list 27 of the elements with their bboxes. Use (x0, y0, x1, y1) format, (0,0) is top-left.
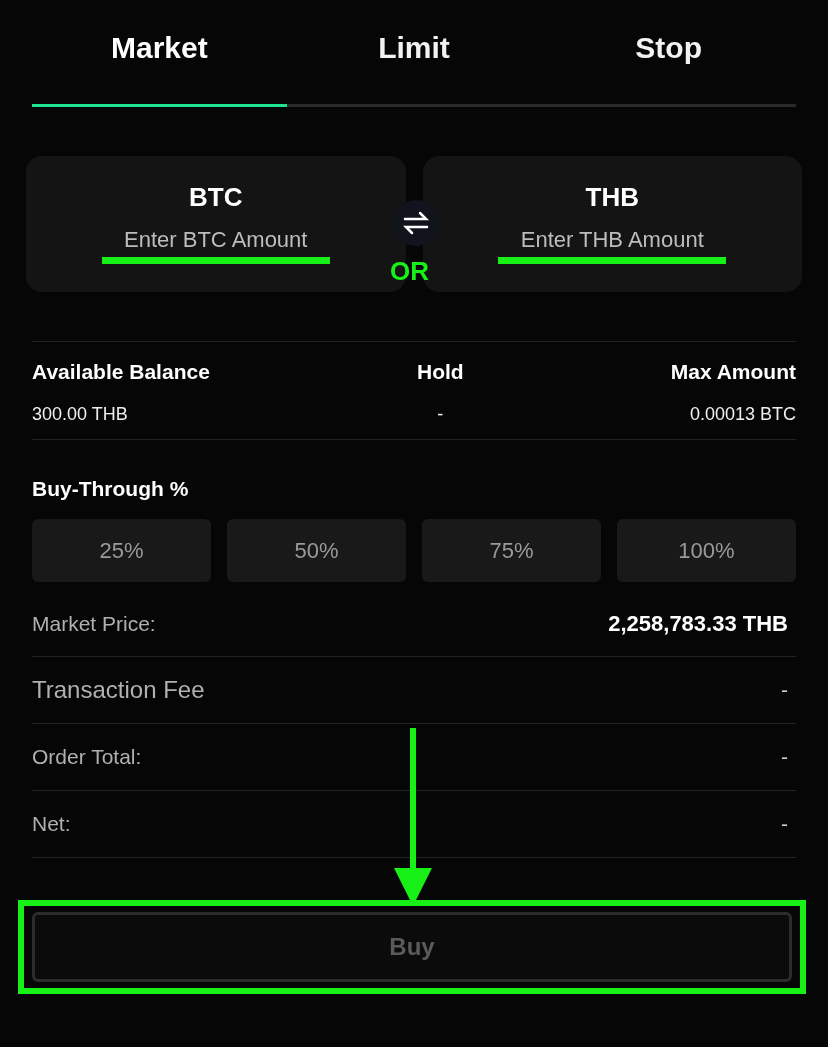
order-type-tab[interactable]: Limit (286, 0, 542, 107)
balance-label: Available Balance (32, 360, 210, 384)
summary-value: - (781, 812, 788, 836)
currency-label: BTC (189, 182, 243, 213)
balance-value: 300.00 THB (32, 404, 129, 425)
summary-value: - (781, 678, 788, 702)
balance-label: Hold (416, 360, 464, 384)
amount-field[interactable]: Enter THB Amount (497, 227, 728, 253)
summary-value: 2,258,783.33 THB (608, 611, 788, 637)
balance-value: - (437, 404, 444, 425)
currency-label: THB (585, 182, 639, 213)
balance-value: 0.00013 BTC (689, 404, 796, 425)
section-title: Buy-Through % (32, 477, 190, 501)
summary-label: Order Total: (32, 745, 142, 769)
summary-label: Transaction Fee (32, 676, 205, 704)
percent-option[interactable]: 75% (422, 519, 601, 582)
summary-value: - (781, 745, 788, 769)
order-type-tab[interactable]: Stop (541, 0, 796, 107)
amount-field[interactable]: Enter BTC Amount (100, 227, 331, 253)
or-annotation: OR (390, 256, 429, 287)
percent-option[interactable]: 25% (32, 519, 211, 582)
balance-label: Max Amount (670, 360, 796, 384)
order-type-tab[interactable]: Market (32, 0, 287, 107)
summary-label: Net: (32, 812, 71, 836)
percent-option[interactable]: 100% (617, 519, 796, 582)
summary-label: Market Price: (32, 612, 156, 636)
percent-option[interactable]: 50% (227, 519, 406, 582)
